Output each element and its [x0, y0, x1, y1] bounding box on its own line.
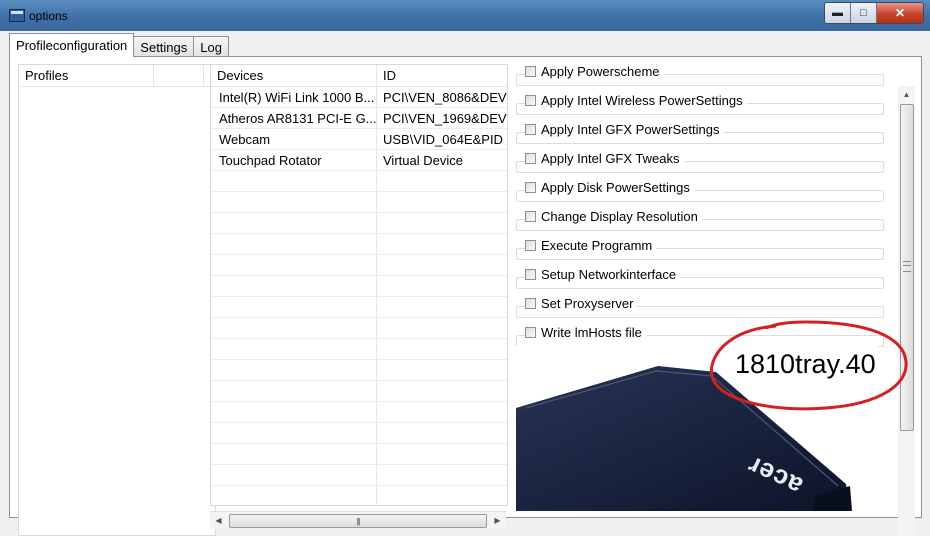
minimize-button[interactable]: ▬ [825, 3, 851, 23]
device-name: Touchpad Rotator [211, 150, 377, 170]
option-apply-intel-wireless-powersettings[interactable]: Apply Intel Wireless PowerSettings [516, 93, 884, 115]
checkbox[interactable] [525, 327, 536, 338]
profiles-list[interactable]: Profiles [18, 64, 216, 536]
checkbox[interactable] [525, 211, 536, 222]
devices-horizontal-scrollbar[interactable]: ◀ ||| ▶ [210, 511, 506, 529]
scroll-left-icon[interactable]: ◀ [210, 512, 227, 529]
checkbox[interactable] [525, 269, 536, 280]
empty-row [211, 465, 507, 486]
devices-column-header[interactable]: Devices [211, 65, 377, 86]
table-row[interactable]: Atheros AR8131 PCI-E G... PCI\VEN_1969&D… [211, 108, 507, 129]
empty-row [211, 192, 507, 213]
profiles-column-header-2[interactable] [154, 65, 204, 86]
devices-list-body: Intel(R) WiFi Link 1000 B... PCI\VEN_808… [211, 87, 507, 505]
table-row[interactable]: Touchpad Rotator Virtual Device [211, 150, 507, 171]
scrollbar-thumb[interactable]: ||| [229, 514, 487, 528]
device-id: PCI\VEN_1969&DEV [383, 110, 507, 126]
device-name: Atheros AR8131 PCI-E G... [211, 108, 377, 128]
profiles-column-header[interactable]: Profiles [19, 65, 154, 86]
title-bar: options ▬ □ ✕ [0, 0, 930, 31]
option-execute-programm[interactable]: Execute Programm [516, 238, 884, 260]
id-column-header[interactable]: ID [377, 65, 507, 86]
device-name: Webcam [211, 129, 377, 149]
checkbox[interactable] [525, 182, 536, 193]
device-id: PCI\VEN_8086&DEV [383, 89, 507, 105]
empty-row [211, 402, 507, 423]
option-apply-intel-gfx-tweaks[interactable]: Apply Intel GFX Tweaks [516, 151, 884, 173]
minimize-icon: ▬ [832, 7, 843, 19]
scroll-up-icon[interactable]: ▲ [898, 86, 915, 103]
empty-row [211, 213, 507, 234]
option-apply-intel-gfx-powersettings[interactable]: Apply Intel GFX PowerSettings [516, 122, 884, 144]
option-set-proxyserver[interactable]: Set Proxyserver [516, 296, 884, 318]
device-id: Virtual Device [383, 152, 463, 168]
tab-settings[interactable]: Settings [133, 36, 195, 57]
grip-icon [903, 261, 911, 272]
checkbox[interactable] [525, 66, 536, 77]
empty-row [211, 234, 507, 255]
maximize-icon: □ [860, 7, 867, 19]
table-row[interactable]: Intel(R) WiFi Link 1000 B... PCI\VEN_808… [211, 87, 507, 108]
checkbox[interactable] [525, 153, 536, 164]
empty-row [211, 318, 507, 339]
app-icon [9, 9, 25, 22]
option-apply-powerscheme[interactable]: Apply Powerscheme [516, 64, 884, 86]
version-label: 1810tray.40 [735, 349, 876, 379]
devices-list-header: Devices ID [211, 65, 507, 87]
empty-row [211, 276, 507, 297]
options-vertical-scrollbar[interactable]: ▲ [898, 86, 915, 536]
empty-row [211, 171, 507, 192]
devices-list[interactable]: Devices ID Intel(R) WiFi Link 1000 B... … [210, 64, 508, 506]
empty-row [211, 381, 507, 402]
window-title: options [29, 9, 68, 23]
empty-row [211, 444, 507, 465]
checkbox[interactable] [525, 124, 536, 135]
close-icon: ✕ [894, 6, 906, 20]
option-change-display-resolution[interactable]: Change Display Resolution [516, 209, 884, 231]
checkbox[interactable] [525, 95, 536, 106]
maximize-button[interactable]: □ [851, 3, 877, 23]
empty-row [211, 255, 507, 276]
window-controls: ▬ □ ✕ [824, 2, 924, 24]
empty-row [211, 360, 507, 381]
device-name: Intel(R) WiFi Link 1000 B... [211, 87, 377, 107]
tab-strip: Profileconfiguration Settings Log [9, 33, 229, 57]
close-button[interactable]: ✕ [877, 3, 923, 23]
empty-row [211, 339, 507, 360]
device-id: USB\VID_064E&PID [383, 131, 503, 147]
tab-log[interactable]: Log [193, 36, 229, 57]
scroll-right-icon[interactable]: ▶ [489, 512, 506, 529]
tab-profileconfiguration[interactable]: Profileconfiguration [9, 33, 135, 57]
option-setup-networkinterface[interactable]: Setup Networkinterface [516, 267, 884, 289]
option-apply-disk-powersettings[interactable]: Apply Disk PowerSettings [516, 180, 884, 202]
empty-row [211, 423, 507, 444]
checkbox[interactable] [525, 240, 536, 251]
table-row[interactable]: Webcam USB\VID_064E&PID [211, 129, 507, 150]
empty-row [211, 486, 507, 505]
profiles-list-header: Profiles [19, 65, 215, 87]
checkbox[interactable] [525, 298, 536, 309]
empty-row [211, 297, 507, 318]
